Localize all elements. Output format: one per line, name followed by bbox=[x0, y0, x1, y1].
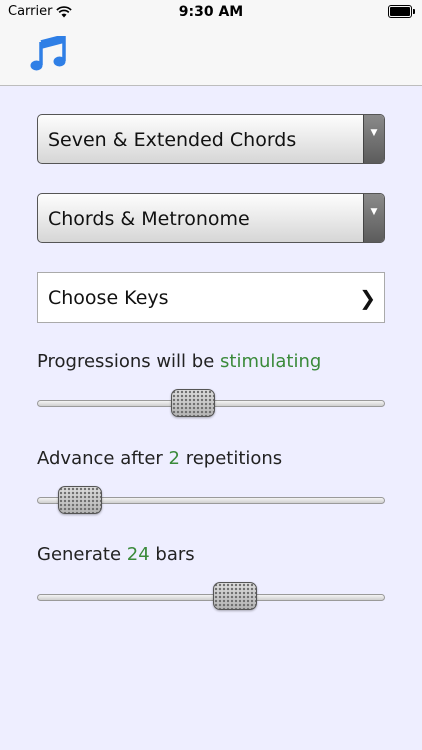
music-notes-icon[interactable] bbox=[30, 36, 68, 72]
bars-value: 24 bbox=[126, 544, 150, 565]
accompaniment-select[interactable]: Chords & Metronome ▼ bbox=[37, 193, 385, 243]
bars-label: Generate 24 bars bbox=[37, 544, 195, 565]
clock: 9:30 AM bbox=[178, 4, 244, 20]
battery-icon bbox=[388, 5, 415, 18]
chord-type-select[interactable]: Seven & Extended Chords ▼ bbox=[37, 114, 385, 164]
advance-value: 2 bbox=[168, 448, 180, 469]
choose-keys-label: Choose Keys bbox=[48, 287, 169, 309]
choose-keys-button[interactable]: Choose Keys ❯ bbox=[37, 272, 385, 323]
progressions-label: Progressions will be stimulating bbox=[37, 351, 322, 372]
dropdown-arrow-icon: ▼ bbox=[363, 115, 384, 163]
bars-slider-thumb[interactable] bbox=[213, 582, 258, 610]
accompaniment-value: Chords & Metronome bbox=[48, 208, 250, 230]
advance-label: Advance after 2 repetitions bbox=[37, 448, 283, 469]
navigation-bar bbox=[0, 24, 422, 86]
bars-slider-track[interactable] bbox=[37, 594, 385, 601]
dropdown-arrow-icon: ▼ bbox=[363, 194, 384, 242]
chord-type-value: Seven & Extended Chords bbox=[48, 129, 297, 151]
chevron-right-icon: ❯ bbox=[359, 286, 376, 310]
progressions-slider-thumb[interactable] bbox=[170, 389, 215, 417]
status-bar: Carrier 9:30 AM bbox=[0, 0, 422, 24]
progressions-value: stimulating bbox=[220, 351, 322, 372]
advance-slider-thumb[interactable] bbox=[58, 486, 103, 514]
